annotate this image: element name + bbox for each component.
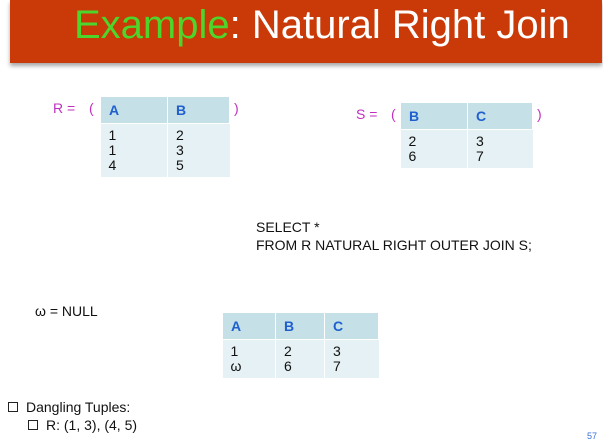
relation-s-open-paren: (: [391, 106, 396, 122]
title-rest: : Natural Right Join: [229, 3, 570, 47]
table-cell: 7: [467, 149, 533, 168]
result-header-a: A: [222, 312, 276, 340]
sql-line-select: SELECT *: [256, 219, 320, 235]
table-row: 1 3: [100, 143, 230, 158]
list-item: Dangling Tuples:: [8, 398, 137, 416]
slide-title: Example: Natural Right Join: [74, 0, 570, 55]
result-header-b: B: [275, 312, 325, 340]
title-highlight: Example: [74, 3, 230, 47]
relation-s-label: S =: [356, 106, 378, 122]
table-cell: 2: [275, 339, 325, 359]
null-note: ω = NULL: [35, 303, 98, 319]
relation-r-open-paren: (: [89, 100, 94, 116]
checkbox-bullet-icon: [28, 420, 38, 430]
title-bar: Example: Natural Right Join: [10, 0, 602, 63]
table-cell: 1: [222, 339, 276, 359]
table-cell: 3: [324, 339, 379, 359]
table-row: 1 2: [100, 123, 230, 143]
result-header-c: C: [324, 312, 379, 340]
list-item: R: (1, 3), (4, 5): [28, 416, 137, 434]
relation-s-close-paren: ): [537, 106, 542, 122]
table-row: 1 2 3: [222, 339, 379, 359]
table-cell: 2: [400, 129, 468, 149]
table-cell: 1: [100, 143, 168, 158]
bullet-text: R: (1, 3), (4, 5): [46, 417, 138, 433]
relation-r-table: A B 1 2 1 3 4 5: [100, 96, 230, 177]
table-row: 4 5: [100, 158, 230, 177]
sql-query: SELECT * FROM R NATURAL RIGHT OUTER JOIN…: [256, 218, 532, 254]
table-cell: 3: [167, 143, 230, 158]
table-cell: 6: [275, 359, 325, 378]
table-cell: 2: [167, 123, 230, 143]
relation-r-header-a: A: [100, 96, 168, 124]
table-cell: 7: [324, 359, 379, 378]
relation-r-header-b: B: [167, 96, 230, 124]
relation-s-header-c: C: [467, 102, 533, 130]
table-cell: 6: [400, 149, 468, 168]
relation-s-table: B C 2 3 6 7: [400, 102, 533, 168]
sql-line-from: FROM R NATURAL RIGHT OUTER JOIN S;: [256, 237, 532, 253]
table-row: 6 7: [400, 149, 533, 168]
table-row: 2 3: [400, 129, 533, 149]
table-cell: 5: [167, 158, 230, 177]
table-cell: 3: [467, 129, 533, 149]
checkbox-bullet-icon: [8, 402, 18, 412]
relation-s-header-b: B: [400, 102, 468, 130]
table-cell: ω: [222, 359, 276, 378]
table-row: ω 6 7: [222, 359, 379, 378]
relation-r-label: R =: [53, 100, 76, 116]
relation-r-close-paren: ): [234, 100, 239, 116]
page-number: 57: [586, 431, 597, 441]
result-table: A B C 1 2 3 ω 6 7: [222, 312, 379, 378]
bullet-list: Dangling Tuples: R: (1, 3), (4, 5): [8, 398, 137, 434]
bullet-text: Dangling Tuples:: [26, 399, 131, 415]
table-cell: 4: [100, 158, 168, 177]
table-cell: 1: [100, 123, 168, 143]
